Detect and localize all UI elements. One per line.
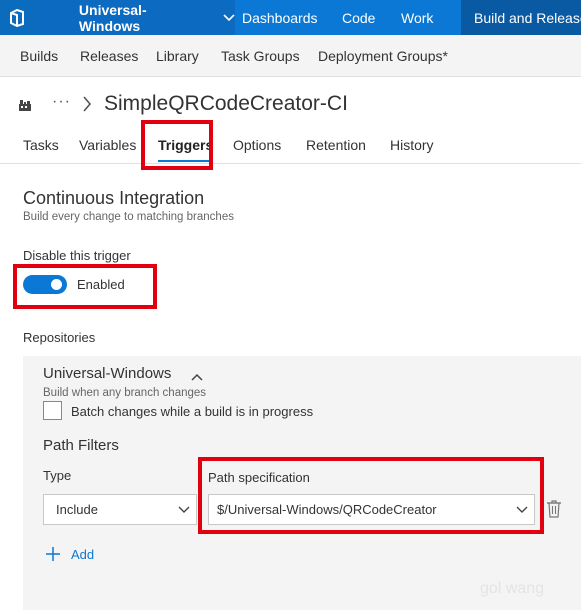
trigger-toggle-label: Disable this trigger [23,248,131,263]
chevron-right-icon [82,96,92,117]
highlight-toggle [13,264,157,309]
chevron-down-icon [223,13,235,22]
chevron-up-icon[interactable] [191,368,203,386]
section-title: Continuous Integration [23,188,205,208]
add-label: Add [71,546,95,562]
tabs-divider [0,163,581,164]
tab-variables[interactable]: Variables [79,137,136,153]
nav-dashboards[interactable]: Dashboards [242,0,342,35]
highlight-path-specification [198,457,544,534]
project-selector[interactable]: Universal-Windows [34,0,235,35]
build-definition-icon [18,90,32,120]
batch-changes-label: Batch changes while a build is in progre… [71,404,314,419]
nav-work[interactable]: Work [401,0,461,35]
trash-icon[interactable] [546,500,562,523]
repository-name[interactable]: Universal-Windows [43,365,171,382]
breadcrumb-ellipsis[interactable]: ··· [52,93,71,111]
repository-subtitle: Build when any branch changes [43,387,207,399]
tab-retention[interactable]: Retention [306,137,366,153]
subnav-library[interactable]: Library [156,48,199,64]
watermark: gol wang [480,580,545,597]
project-name: Universal-Windows [78,1,147,34]
subnav-builds[interactable]: Builds [20,48,58,64]
subnav-task-groups[interactable]: Task Groups [221,48,300,64]
subnav-deployment-groups[interactable]: Deployment Groups* [318,48,448,64]
secondary-navigation-bar: Builds Releases Library Task Groups Depl… [0,35,581,77]
type-label: Type [43,468,72,483]
section-subtitle: Build every change to matching branches [23,211,234,223]
plus-icon [45,546,61,562]
repositories-label: Repositories [23,330,96,345]
nav-code[interactable]: Code [342,0,401,35]
vsts-logo-icon[interactable] [0,0,35,35]
subnav-releases[interactable]: Releases [80,48,138,64]
top-navigation-bar: Universal-Windows Dashboards Code Work B… [0,0,581,35]
nav-build-and-release[interactable]: Build and Release [461,0,581,35]
chevron-down-icon [172,506,196,514]
tab-history[interactable]: History [390,137,434,153]
batch-changes-checkbox[interactable] [43,401,62,420]
path-filters-title: Path Filters [43,437,119,454]
type-value: Include [56,502,98,517]
page-title: SimpleQRCodeCreator-CI [104,92,348,115]
tab-tasks[interactable]: Tasks [23,137,59,153]
type-dropdown[interactable]: Include [43,494,197,525]
tab-options[interactable]: Options [233,137,281,153]
add-path-filter-button[interactable]: Add [45,546,94,562]
highlight-triggers-tab [141,120,213,170]
